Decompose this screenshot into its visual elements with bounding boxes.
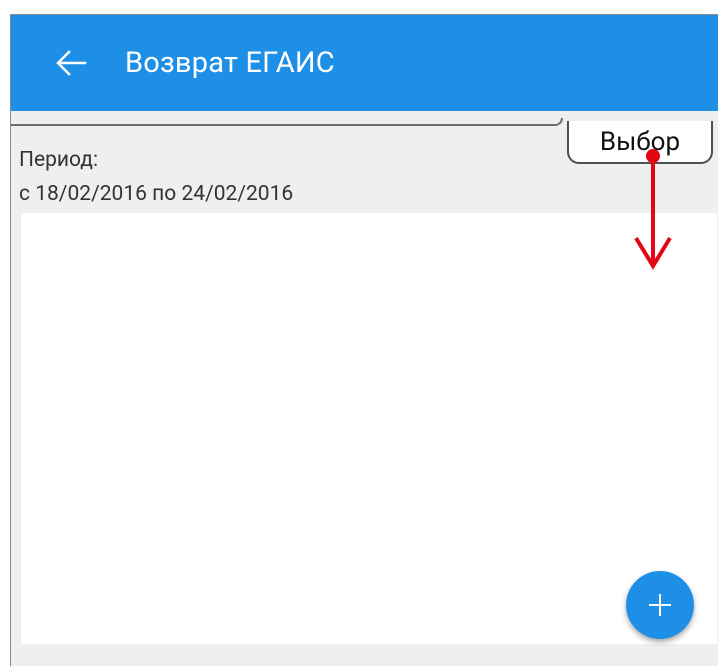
app-window: Возврат ЕГАИС Выбор Период: с 18/02/2016… [10,14,718,666]
back-button[interactable] [51,43,91,83]
arrow-left-icon [56,50,87,76]
add-button[interactable] [626,571,694,639]
document-list [21,213,717,644]
select-tab[interactable]: Выбор [567,121,713,164]
filter-panel-edge [11,118,563,126]
period-range: с 18/02/2016 по 24/02/2016 [19,182,294,206]
plus-icon [649,594,671,616]
app-bar: Возврат ЕГАИС [11,15,718,111]
period-label: Период: [19,148,99,172]
page-title: Возврат ЕГАИС [125,46,335,80]
